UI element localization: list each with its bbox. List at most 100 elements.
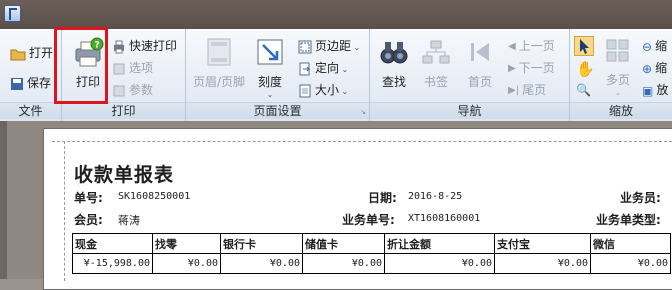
first-page-label: 首页 (467, 75, 492, 89)
quick-print-label: 快速打印 (129, 39, 178, 53)
find-label: 查找 (381, 75, 406, 89)
scale-label: 刻度 (257, 75, 282, 89)
params-label: 参数 (129, 83, 154, 97)
multi-page-button[interactable]: 多页 ⌄ (598, 37, 638, 97)
zoom-in-button[interactable]: ⊕ 缩 (642, 60, 667, 77)
group-file-label: 文件 (0, 102, 61, 119)
date-value: 2016-8-25 (408, 191, 463, 202)
zoom-in-icon: ⊕ (642, 61, 653, 76)
magnifier-tool-button[interactable]: 🔍 (576, 83, 591, 97)
payment-value-row: ¥-15,998.00 ¥0.00 ¥0.00 ¥0.00 ¥0.00 ¥0.0… (72, 253, 671, 274)
print-highlight-box (54, 27, 108, 104)
params-icon (113, 85, 125, 96)
biz-no-label: 业务单号: (342, 213, 395, 227)
scale-dropdown-icon: ⌄ (266, 90, 274, 99)
col-header-alipay: 支付宝 (494, 233, 591, 254)
cell-alipay: ¥0.00 (494, 253, 591, 274)
bookmark-icon (422, 40, 450, 64)
title-bar (0, 0, 672, 29)
cell-cash: ¥-15,998.00 (72, 253, 153, 274)
open-button[interactable]: 打开 (10, 45, 53, 61)
last-page-button[interactable]: ▶| 尾页 (508, 82, 546, 99)
save-button[interactable]: 保存 (10, 75, 51, 91)
bookmark-button[interactable]: 书签 (416, 37, 456, 90)
preview-left-bar (0, 121, 7, 279)
size-button[interactable]: 大小 ⌄ (298, 82, 348, 100)
cell-stored-card: ¥0.00 (302, 253, 385, 274)
cell-bank-card: ¥0.00 (220, 253, 303, 274)
cell-discount: ¥0.00 (384, 253, 495, 274)
biz-type-label: 业务单类型: (596, 213, 661, 227)
save-icon (11, 77, 23, 90)
margin-guide-top (52, 141, 672, 142)
options-icon (113, 63, 125, 74)
prev-page-button[interactable]: ◀ 上一页 (508, 38, 555, 55)
cell-wechat: ¥0.00 (590, 253, 671, 274)
prev-page-label: 上一页 (518, 39, 555, 53)
col-header-discount: 折让金额 (384, 233, 495, 254)
col-header-change: 找零 (152, 233, 221, 254)
last-page-label: 尾页 (522, 83, 547, 97)
size-dropdown-icon: ⌄ (339, 87, 349, 96)
orientation-icon (299, 62, 311, 75)
magnifier-icon: 🔍 (576, 83, 591, 97)
zoom-out-label: 缩 (655, 39, 668, 53)
col-header-wechat: 微信 (590, 233, 671, 254)
last-page-icon: ▶| (508, 84, 520, 96)
scale-icon (257, 39, 283, 65)
zoom-fit-label: 放 (656, 83, 669, 97)
scale-button[interactable]: 刻度 ⌄ (252, 37, 288, 99)
next-page-button[interactable]: ▶ 下一页 (508, 60, 555, 77)
header-footer-icon (207, 38, 231, 66)
payment-header-row: 现金 找零 银行卡 储值卡 折让金额 支付宝 微信 (72, 233, 671, 254)
open-label: 打开 (29, 46, 54, 60)
group-page-setup: 页眉/页脚 刻度 ⌄ 页边距 ⌄ 定向 ⌄ 大小 ⌄ 页面设置 ↘ (186, 29, 370, 121)
zoom-fit-icon: ▣ (642, 83, 654, 98)
bill-no-value: SK1608250001 (118, 191, 191, 202)
group-file: 打开 保存 文件 (0, 29, 62, 121)
multi-page-icon (606, 39, 629, 62)
orientation-dropdown-icon: ⌄ (339, 65, 349, 74)
first-page-icon (471, 43, 489, 61)
zoom-out-icon: ⊖ (642, 39, 653, 54)
member-value: 蒋涛 (118, 214, 140, 227)
folder-open-icon (10, 49, 26, 60)
page-setup-launcher-icon[interactable]: ↘ (360, 108, 366, 116)
pointer-tool-button[interactable] (574, 36, 594, 56)
zoom-fit-button[interactable]: ▣ 放 (642, 82, 668, 99)
date-label: 日期: (368, 191, 397, 205)
zoom-in-label: 缩 (655, 61, 668, 75)
group-zoom: ✋ 🔍 多页 ⌄ ⊖ 缩 ⊕ 缩 ▣ 放 缩放 (570, 29, 672, 121)
margins-icon (298, 40, 312, 53)
binoculars-icon (380, 42, 408, 64)
save-label: 保存 (27, 76, 52, 90)
zoom-out-button[interactable]: ⊖ 缩 (642, 38, 667, 55)
params-button[interactable]: 参数 (112, 82, 153, 98)
margins-button[interactable]: 页边距 ⌄ (298, 38, 360, 56)
app-icon[interactable] (4, 5, 21, 22)
col-header-cash: 现金 (72, 233, 153, 254)
next-page-icon: ▶ (508, 62, 516, 74)
multi-page-dropdown-icon: ⌄ (614, 88, 622, 97)
first-page-button[interactable]: 首页 (460, 37, 500, 90)
find-button[interactable]: 查找 (374, 37, 414, 90)
report-title: 收款单报表 (74, 164, 175, 186)
biz-no-value: XT1608160001 (408, 213, 481, 224)
header-footer-button[interactable]: 页眉/页脚 (189, 37, 249, 90)
paper-size-icon (299, 84, 311, 97)
margins-dropdown-icon: ⌄ (351, 43, 361, 52)
cell-change: ¥0.00 (152, 253, 221, 274)
orientation-button[interactable]: 定向 ⌄ (298, 60, 348, 78)
group-print-label: 打印 (62, 102, 185, 119)
member-label: 会员: (74, 213, 103, 227)
bill-no-label: 单号: (74, 191, 103, 205)
options-label: 选项 (129, 61, 154, 75)
hand-tool-button[interactable]: ✋ (576, 60, 595, 78)
group-page-setup-label: 页面设置 (186, 102, 369, 119)
quick-print-button[interactable]: 快速打印 (112, 38, 177, 54)
next-page-label: 下一页 (518, 61, 555, 75)
size-label: 大小 (315, 83, 340, 97)
group-navigation: 查找 书签 首页 ◀ 上一页 ▶ 下一页 ▶| 尾页 导航 (370, 29, 570, 121)
options-button[interactable]: 选项 (112, 60, 153, 76)
col-header-stored-card: 储值卡 (302, 233, 385, 254)
